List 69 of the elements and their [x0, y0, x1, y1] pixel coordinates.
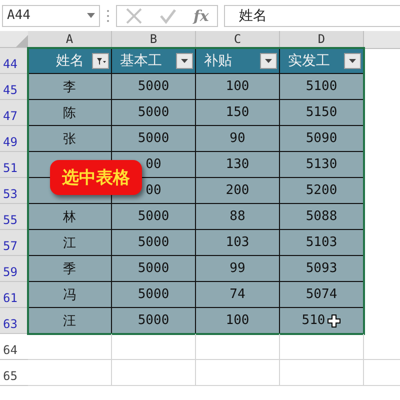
table-cell: 冯	[28, 282, 112, 308]
header-label: 姓名	[56, 52, 84, 70]
table-cell: 汪	[28, 308, 112, 334]
table-cell: 5090	[280, 126, 364, 152]
header-label: 补贴	[204, 52, 232, 70]
table-cell: 季	[28, 256, 112, 282]
table-cell: 5074	[280, 282, 364, 308]
table-cell: 200	[196, 178, 280, 204]
table-cell: 103	[196, 230, 280, 256]
formula-field[interactable]: 姓名	[224, 4, 400, 26]
caret-icon	[87, 13, 95, 18]
row-number[interactable]: 51	[0, 152, 28, 178]
table-cell: 5000	[112, 100, 196, 126]
table-cell: 100	[196, 74, 280, 100]
filter-active-button[interactable]	[92, 52, 109, 68]
row-number[interactable]: 44	[0, 48, 28, 74]
table-cell: 5100	[280, 74, 364, 100]
row-number[interactable]: 47	[0, 100, 28, 126]
table-cell: 100	[196, 308, 280, 334]
table-cell: 李	[28, 74, 112, 100]
table-cell: 130	[196, 152, 280, 178]
table-cell: 88	[196, 204, 280, 230]
table-cell: 5000	[112, 230, 196, 256]
table-cell: 5103	[280, 230, 364, 256]
row-number[interactable]: 55	[0, 204, 28, 230]
row-number[interactable]: 63	[0, 308, 28, 334]
row-number[interactable]: 61	[0, 282, 28, 308]
table-cell: 90	[196, 126, 280, 152]
row-number[interactable]: 49	[0, 126, 28, 152]
table-cell: 5000	[112, 256, 196, 282]
header-label: 基本工	[120, 52, 162, 70]
table-cell: 150	[196, 100, 280, 126]
filter-dropdown-button[interactable]	[260, 52, 277, 68]
table-cell: 5088	[280, 204, 364, 230]
row-number[interactable]: 64	[0, 334, 28, 360]
table-cell: 5150	[280, 100, 364, 126]
grip-icon	[106, 8, 110, 22]
row-number[interactable]: 65	[0, 360, 28, 386]
filter-dropdown-button[interactable]	[176, 52, 193, 68]
row-number[interactable]: 45	[0, 74, 28, 100]
table-cell: 5000	[112, 126, 196, 152]
column-header[interactable]: A	[28, 31, 112, 48]
column-header[interactable]: C	[196, 31, 280, 48]
table-cell: 5000	[112, 308, 196, 334]
insert-function-button[interactable]: fx	[193, 6, 209, 24]
filter-dropdown-button[interactable]	[344, 52, 361, 68]
row-number[interactable]: 59	[0, 256, 28, 282]
table-cell: 陈	[28, 100, 112, 126]
row-number[interactable]: 57	[0, 230, 28, 256]
row-number[interactable]: 53	[0, 178, 28, 204]
column-header[interactable]: D	[280, 31, 364, 48]
callout-label: 选中表格	[50, 160, 142, 195]
table-cell: 5000	[112, 282, 196, 308]
table-cell: 5000	[112, 74, 196, 100]
table-cell: 510	[280, 308, 364, 334]
column-header[interactable]: B	[112, 31, 196, 48]
table-cell: 5000	[112, 204, 196, 230]
table-cell: 99	[196, 256, 280, 282]
table-cell: 74	[196, 282, 280, 308]
table-cell: 江	[28, 230, 112, 256]
table-cell: 张	[28, 126, 112, 152]
table-cell: 林	[28, 204, 112, 230]
check-icon[interactable]	[159, 6, 178, 24]
table-cell: 5093	[280, 256, 364, 282]
header-label: 实发工	[288, 52, 330, 70]
table-cell: 5200	[280, 178, 364, 204]
table-cell: 5130	[280, 152, 364, 178]
cursor-icon	[327, 314, 342, 328]
name-box[interactable]: A44	[2, 4, 100, 26]
